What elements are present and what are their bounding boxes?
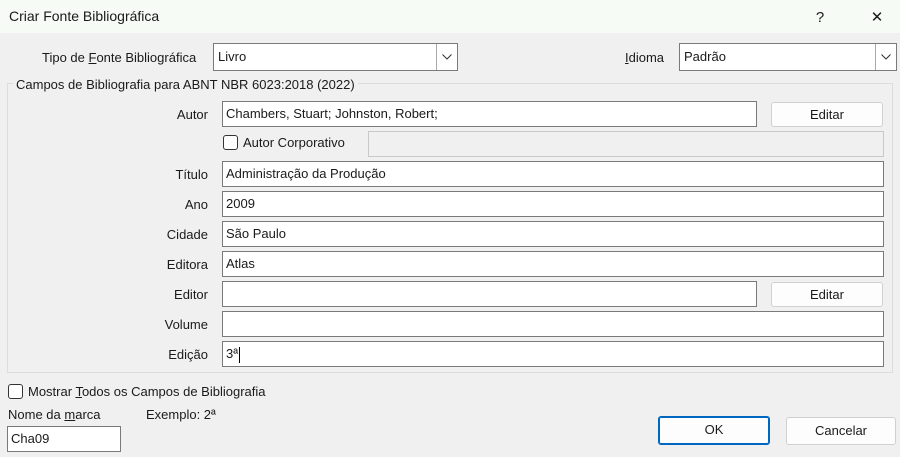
ok-button[interactable]: OK	[658, 416, 770, 445]
chevron-down-icon[interactable]	[875, 44, 896, 70]
volume-label: Volume	[164, 317, 208, 332]
year-label: Ano	[184, 197, 208, 212]
publisher-label: Editora	[166, 257, 208, 272]
close-button[interactable]: ✕	[854, 4, 900, 30]
corporate-author-label: Autor Corporativo	[243, 135, 345, 150]
chevron-down-icon[interactable]	[436, 44, 457, 70]
title-input[interactable]: Administração da Produção	[222, 161, 884, 187]
language-label: Idioma	[625, 50, 665, 65]
author-edit-button[interactable]: Editar	[771, 102, 883, 127]
source-type-select[interactable]: Livro	[213, 43, 458, 71]
show-all-fields-checkbox[interactable]	[8, 384, 23, 399]
group-label: Campos de Bibliografia para ABNT NBR 602…	[13, 77, 358, 92]
city-input[interactable]: São Paulo	[222, 221, 884, 247]
corporate-author-checkbox[interactable]	[223, 135, 238, 150]
author-label: Autor	[176, 107, 208, 122]
source-type-label: Tipo de Fonte Bibliográfica	[42, 50, 197, 65]
example-text: Exemplo: 2ª	[146, 407, 216, 422]
text-caret	[239, 346, 241, 363]
city-label: Cidade	[166, 227, 208, 242]
edition-input[interactable]: 3ª	[222, 341, 884, 367]
title-bar: Criar Fonte Bibliográfica ? ✕	[0, 0, 900, 33]
show-all-fields-label: Mostrar Todos os Campos de Bibliografia	[28, 384, 266, 399]
edition-value: 3ª	[226, 346, 239, 361]
language-select[interactable]: Padrão	[679, 43, 897, 71]
window-title: Criar Fonte Bibliográfica	[9, 8, 160, 24]
help-button[interactable]: ?	[797, 4, 843, 30]
title-label: Título	[175, 167, 208, 182]
author-input[interactable]: Chambers, Stuart; Johnston, Robert;	[222, 101, 757, 127]
volume-input[interactable]	[222, 311, 884, 337]
cancel-button[interactable]: Cancelar	[786, 417, 896, 445]
help-icon: ?	[815, 8, 825, 26]
corporate-author-input	[368, 131, 884, 157]
editor-edit-button[interactable]: Editar	[771, 282, 883, 307]
year-input[interactable]: 2009	[222, 191, 884, 217]
edition-label: Edição	[168, 347, 208, 362]
publisher-input[interactable]: Atlas	[222, 251, 884, 277]
editor-label: Editor	[174, 287, 208, 302]
editor-input[interactable]	[222, 281, 757, 307]
language-value: Padrão	[684, 49, 726, 64]
source-type-value: Livro	[218, 49, 247, 64]
tag-name-label: Nome da marca	[8, 407, 101, 422]
tag-name-input[interactable]: Cha09	[7, 426, 121, 452]
close-icon: ✕	[870, 9, 884, 26]
